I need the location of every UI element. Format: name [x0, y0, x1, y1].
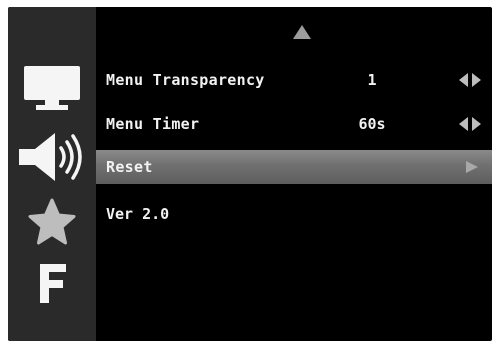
favorites-category-tab[interactable] [8, 192, 96, 252]
osd-screen: Menu Transparency 1 Menu Timer 60s Reset… [8, 7, 492, 341]
firmware-version: Ver 2.0 [106, 205, 170, 223]
speaker-icon [19, 133, 82, 181]
row-value: 60s [358, 115, 386, 133]
picture-category-tab[interactable] [8, 52, 96, 122]
audio-category-tab[interactable] [8, 122, 96, 192]
left-right-arrows-icon[interactable] [457, 116, 483, 132]
function-category-tab[interactable] [8, 252, 96, 314]
row-label: Menu Timer [106, 115, 200, 133]
menu-row-transparency[interactable]: Menu Transparency 1 [96, 63, 492, 97]
menu-row-timer[interactable]: Menu Timer 60s [96, 107, 492, 141]
row-label: Menu Transparency [106, 71, 265, 89]
star-icon [28, 198, 76, 245]
row-label: Reset [106, 158, 153, 176]
f-icon [40, 264, 66, 303]
scroll-up-icon[interactable] [291, 22, 313, 42]
right-arrow-icon[interactable] [460, 159, 482, 175]
menu-row-reset[interactable]: Reset [96, 150, 492, 184]
monitor-icon [24, 66, 80, 110]
category-sidebar [8, 7, 96, 341]
left-right-arrows-icon[interactable] [457, 72, 483, 88]
row-value: 1 [367, 71, 377, 89]
